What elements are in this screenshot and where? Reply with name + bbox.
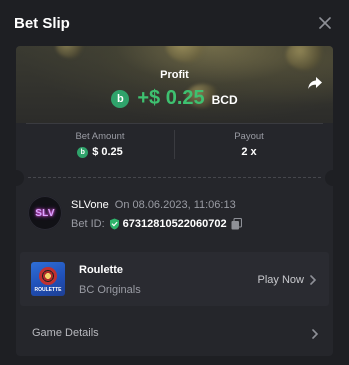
bet-stats: Bet Amount b $ 0.25 Payout 2 x [26,123,323,161]
close-icon[interactable] [317,15,333,31]
ticket-notch-right [325,170,333,186]
profit-row: b +$ 0.25 BCD [16,87,333,110]
bet-date: On 08.06.2023, 11:06:13 [114,199,236,211]
decor-coin [166,46,210,62]
chevron-right-icon [310,275,317,285]
bet-id-label: Bet ID: [71,218,105,230]
copy-icon[interactable] [231,218,242,230]
profit-banner: Profit b +$ 0.25 BCD [16,46,333,123]
bet-user-info: SLV SLVone On 08.06.2023, 11:06:13 Bet I… [28,196,318,238]
game-provider: BC Originals [79,284,141,296]
bet-amount-stat: Bet Amount b $ 0.25 [26,124,174,161]
bcd-coin-icon: b [111,89,130,108]
roulette-wheel-icon [39,267,57,285]
user-details: SLVone On 08.06.2023, 11:06:13 Bet ID: 6… [71,199,242,238]
thumbnail-label: ROULETTE [34,287,62,293]
dashed-divider [28,177,321,178]
bcd-coin-icon: b [77,146,89,158]
game-row[interactable]: ROULETTE Roulette BC Originals Play Now [20,252,329,306]
bet-slip-modal: Bet Slip Profit b +$ 0.25 BCD Bet Amount [0,0,349,365]
roulette-thumbnail: ROULETTE [31,262,65,296]
username[interactable]: SLVone [71,199,109,211]
share-icon[interactable] [307,75,323,91]
bet-id-line: Bet ID: 67312810522060702 [71,218,242,230]
bet-amount-value: $ 0.25 [92,146,123,158]
chevron-right-icon [312,329,319,339]
modal-header: Bet Slip [0,0,349,46]
avatar-text: SLV [35,207,55,219]
avatar[interactable]: SLV [28,196,62,230]
profit-value: +$ 0.25 [137,87,205,109]
modal-title: Bet Slip [14,14,70,32]
game-details-label: Game Details [32,327,99,339]
game-name: Roulette [79,264,123,276]
decor-coin [56,46,86,58]
bet-amount-value-row: b $ 0.25 [77,146,123,158]
payout-label: Payout [234,131,264,142]
payout-value: 2 x [241,146,257,158]
user-line: SLVone On 08.06.2023, 11:06:13 [71,199,242,211]
play-now-link[interactable]: Play Now [258,274,304,286]
profit-label: Profit [160,69,189,81]
profit-currency: BCD [211,93,238,107]
bet-amount-label: Bet Amount [75,131,125,142]
bet-id-value: 67312810522060702 [122,218,227,230]
ticket-notch-left [16,170,24,186]
decor-coin [286,46,326,70]
verified-shield-icon [109,218,119,230]
game-details-row[interactable]: Game Details [20,316,329,350]
bet-card: Profit b +$ 0.25 BCD Bet Amount b $ 0.25… [16,46,333,356]
payout-stat: Payout 2 x [175,124,323,161]
